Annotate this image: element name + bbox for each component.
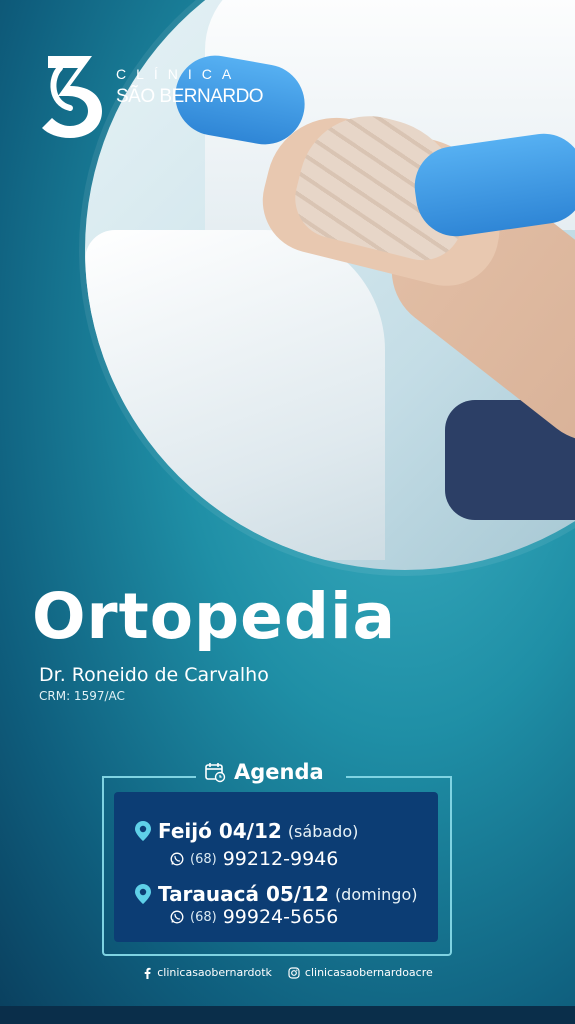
calendar-icon (205, 763, 226, 783)
location-pin-icon (135, 821, 151, 841)
doctor-crm: CRM: 1597/AC (39, 689, 125, 703)
location-pin-icon (135, 884, 151, 904)
instagram-handle: clinicasaobernardoacre (304, 966, 433, 979)
phone-area-code: (68) (190, 851, 217, 867)
agenda-title: Agenda (234, 760, 324, 784)
doctor-name: Dr. Roneido de Carvalho (39, 664, 269, 686)
agenda-weekday: (sábado) (287, 821, 359, 841)
facebook-icon (144, 967, 151, 979)
specialty-title: Ortopedia (32, 580, 397, 653)
phone-number: 99924-5656 (222, 906, 339, 928)
phone-number: 99212-9946 (222, 848, 339, 870)
facebook-link[interactable]: clinicasaobernardotk (142, 966, 272, 979)
whatsapp-icon (170, 852, 184, 866)
agenda-entry-phone: (68) 99212-9946 (170, 848, 338, 870)
bottom-bar (0, 1006, 575, 1024)
instagram-link[interactable]: clinicasaobernardoacre (288, 966, 433, 979)
logo-clinic-name: SÃO BERNARDO (116, 86, 264, 107)
agenda-weekday: (domingo) (334, 884, 418, 904)
agenda-city-date: Tarauacá 05/12 (158, 882, 329, 906)
phone-area-code: (68) (190, 909, 217, 925)
instagram-icon (288, 966, 300, 979)
patient-sleeve (85, 230, 385, 560)
agenda-entry-city: Tarauacá 05/12 (domingo) (134, 882, 417, 906)
logo-clinica-text: CLÍNICA (116, 66, 242, 82)
agenda-header: Agenda (204, 757, 324, 787)
whatsapp-icon (170, 910, 184, 924)
poster: CLÍNICA SÃO BERNARDO Ortopedia Dr. Ronei… (0, 0, 575, 1024)
agenda-entry-phone: (68) 99924-5656 (170, 906, 338, 928)
agenda-entry-city: Feijó 04/12 (sábado) (134, 819, 358, 843)
logo-mark-icon (42, 56, 102, 138)
social-footer: clinicasaobernardotk clinicasaobernardoa… (0, 966, 575, 979)
agenda-city-date: Feijó 04/12 (158, 819, 282, 843)
facebook-handle: clinicasaobernardotk (157, 966, 272, 979)
